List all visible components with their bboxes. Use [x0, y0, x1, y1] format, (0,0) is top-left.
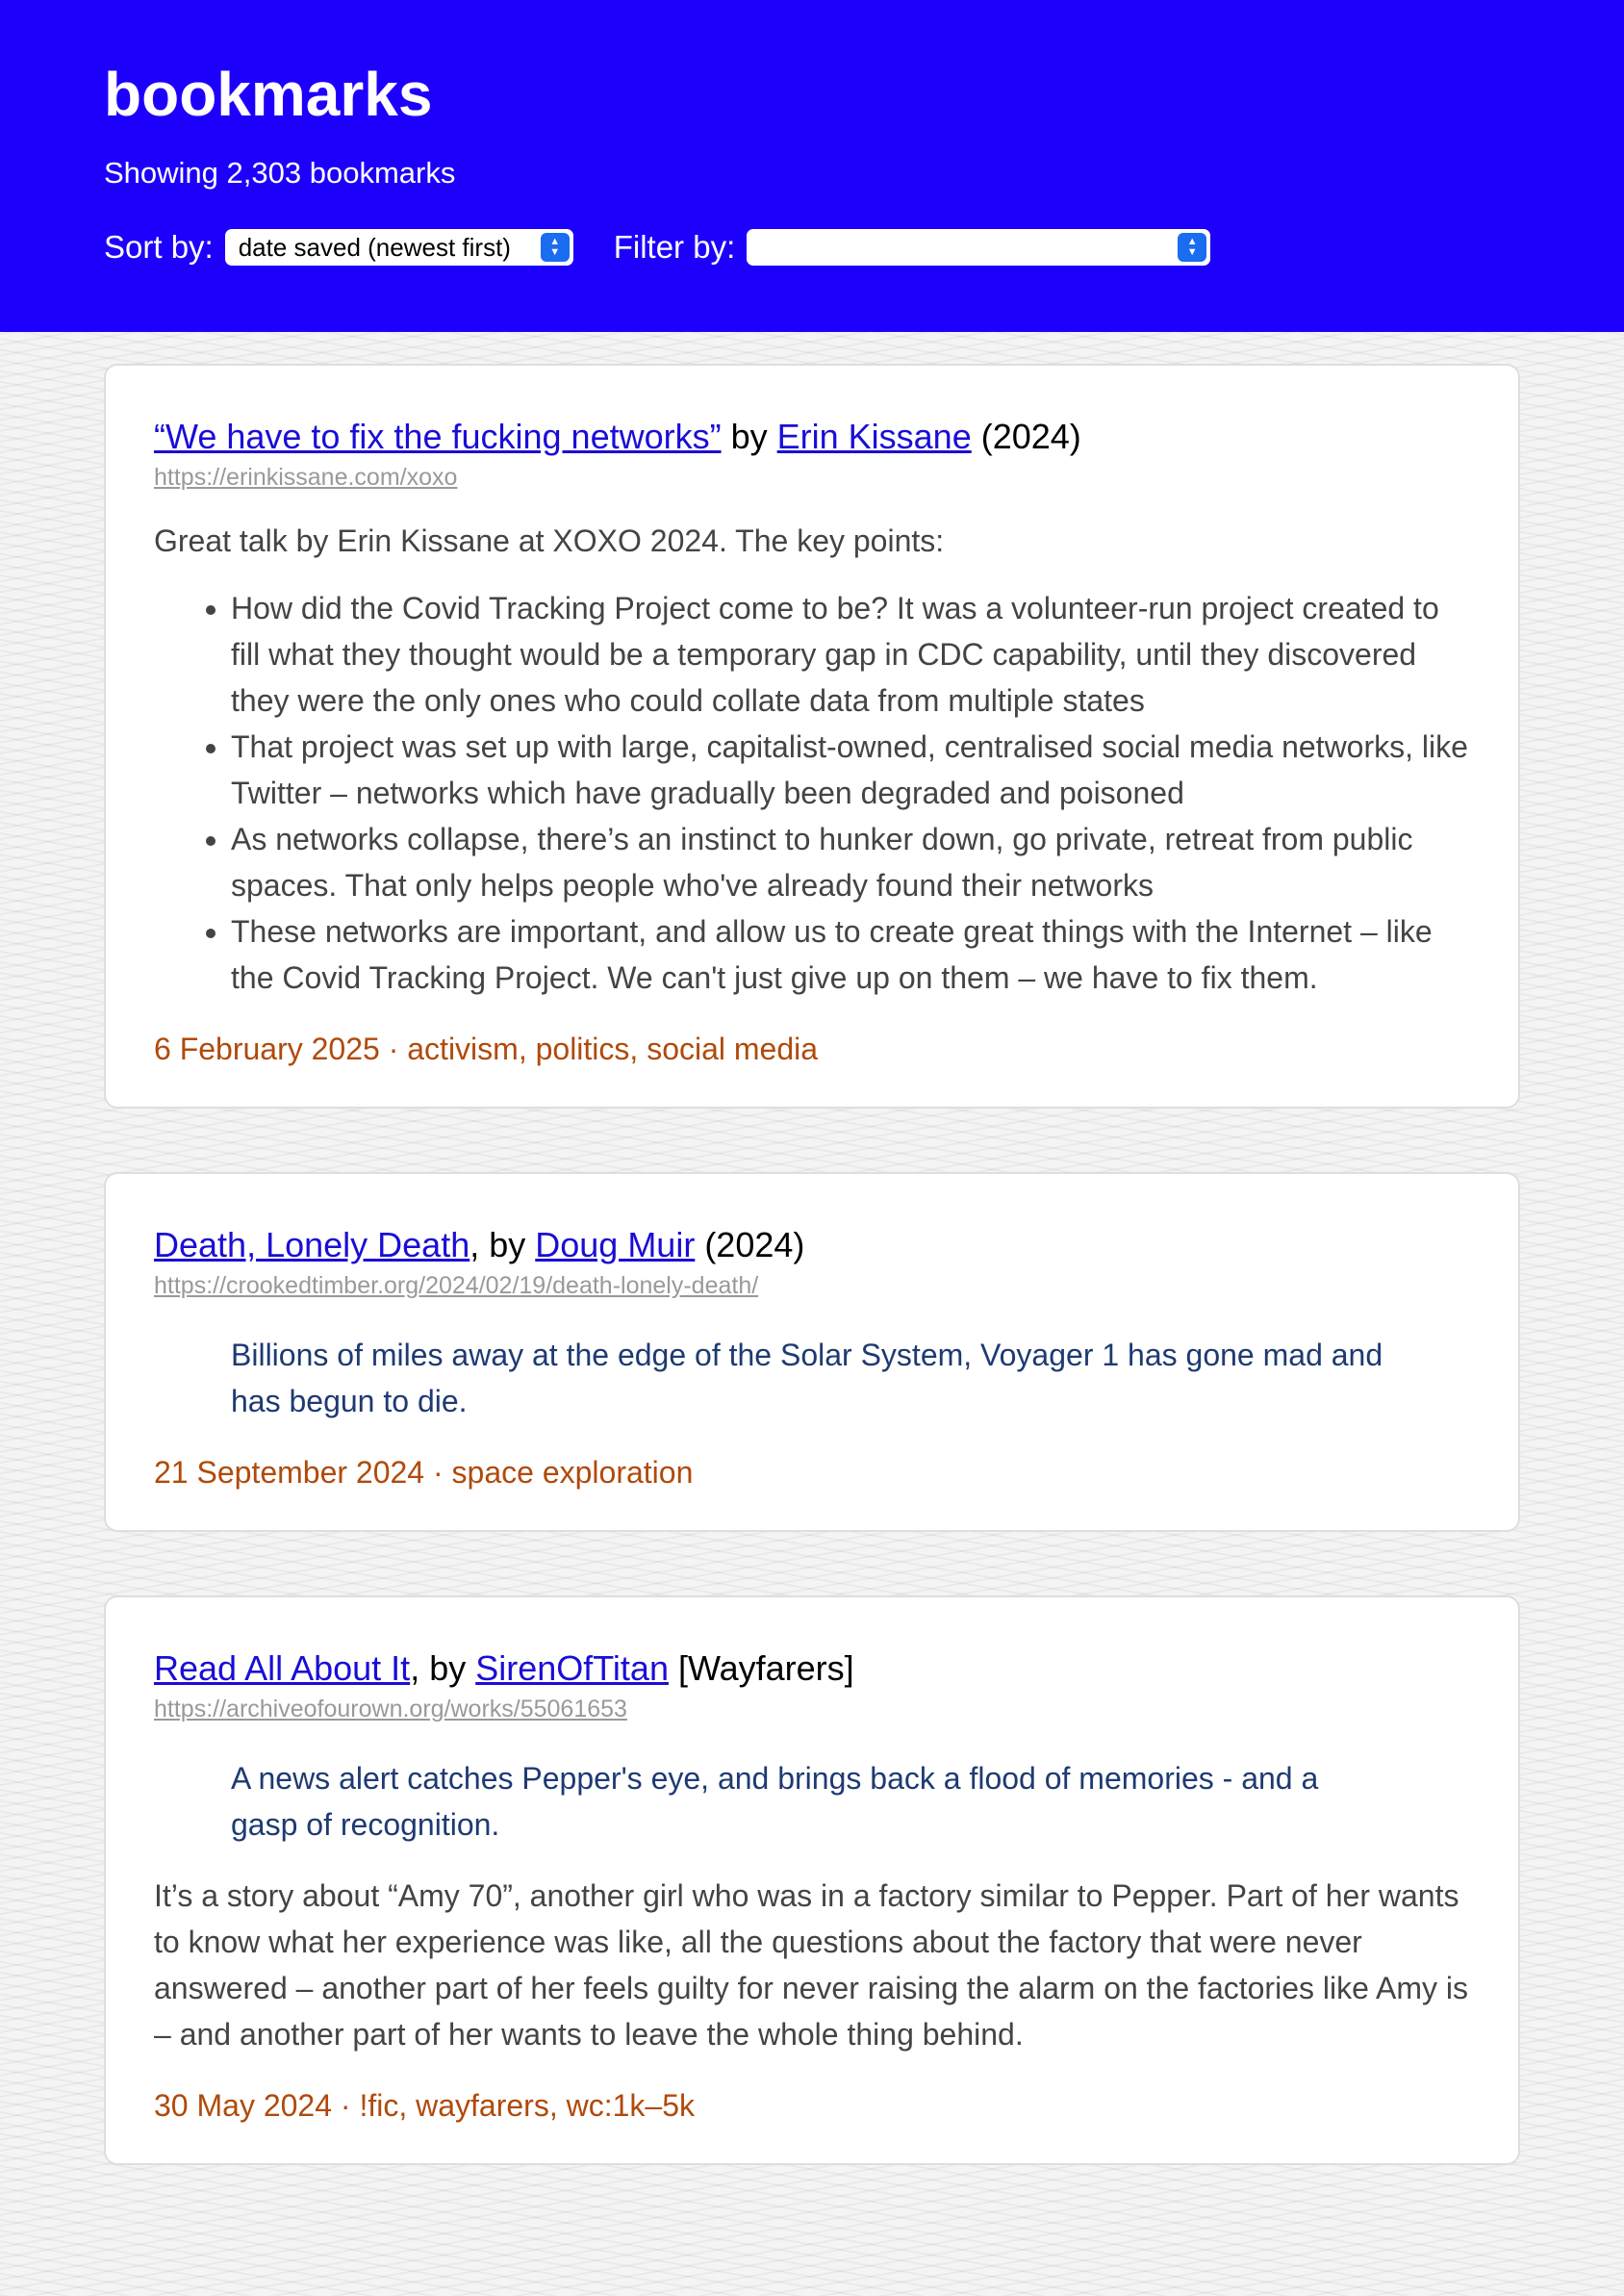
bookmark-title-link[interactable]: “We have to fix the fucking networks”: [154, 417, 722, 456]
sort-label: Sort by:: [104, 229, 214, 265]
page-title: bookmarks: [104, 60, 433, 129]
filter-label: Filter by:: [613, 229, 736, 265]
bookmark-quote: A news alert catches Pepper's eye, and b…: [231, 1761, 1319, 1842]
bookmark-title-line: Read All About It, by SirenOfTitan [Wayf…: [154, 1647, 1470, 1690]
author-link[interactable]: Doug Muir: [535, 1225, 695, 1264]
bookmark-card: “We have to fix the fucking networks” by…: [104, 364, 1520, 1109]
byline-text: , by: [410, 1648, 476, 1688]
byline-text: , by: [469, 1225, 536, 1264]
bookmark-fandom: [Wayfarers]: [668, 1648, 854, 1688]
filter-select[interactable]: ▲ ▼: [747, 229, 1211, 266]
list-item: That project was set up with large, capi…: [231, 724, 1470, 816]
bookmark-meta: 30 May 2024 · !fic, wayfarers, wc:1k–5k: [154, 2088, 695, 2123]
bookmark-count: Showing 2,303 bookmarks: [104, 156, 456, 190]
key-points-list: How did the Covid Tracking Project come …: [154, 585, 1470, 1001]
select-arrows-icon: ▲ ▼: [540, 233, 570, 262]
byline-text: by: [721, 417, 777, 456]
bookmark-title-link[interactable]: Read All About It: [154, 1648, 410, 1688]
select-arrows-icon: ▲ ▼: [1178, 233, 1207, 262]
sort-select[interactable]: date saved (newest first) ▲ ▼: [224, 229, 573, 266]
author-link[interactable]: SirenOfTitan: [475, 1648, 669, 1688]
list-item: These networks are important, and allow …: [231, 908, 1470, 1001]
author-link[interactable]: Erin Kissane: [777, 417, 972, 456]
bookmark-card: Death, Lonely Death, by Doug Muir (2024)…: [104, 1172, 1520, 1532]
sort-select-value: date saved (newest first): [238, 232, 511, 262]
list-item: As networks collapse, there’s an instinc…: [231, 816, 1470, 908]
bookmark-title-link[interactable]: Death, Lonely Death: [154, 1225, 469, 1264]
bookmark-year: (2024): [695, 1225, 805, 1264]
bookmark-quote: Billions of miles away at the edge of th…: [231, 1338, 1383, 1418]
bookmark-url[interactable]: https://archiveofourown.org/works/550616…: [154, 1694, 1470, 1724]
bookmark-list: “We have to fix the fucking networks” by…: [0, 332, 1624, 2165]
bookmark-meta: 21 September 2024 · space exploration: [154, 1455, 694, 1490]
page-header: bookmarks Showing 2,303 bookmarks Sort b…: [0, 0, 1624, 332]
bookmark-card: Read All About It, by SirenOfTitan [Wayf…: [104, 1595, 1520, 2165]
bookmark-year: (2024): [971, 417, 1081, 456]
bookmark-url[interactable]: https://erinkissane.com/xoxo: [154, 462, 1470, 493]
list-item: How did the Covid Tracking Project come …: [231, 585, 1470, 724]
controls-bar: Sort by: date saved (newest first) ▲ ▼ Fi…: [104, 229, 1624, 266]
bookmark-title-line: “We have to fix the fucking networks” by…: [154, 416, 1470, 458]
bookmark-meta: 6 February 2025 · activism, politics, so…: [154, 1032, 819, 1066]
bookmark-title-line: Death, Lonely Death, by Doug Muir (2024): [154, 1224, 1470, 1266]
bookmark-description: Great talk by Erin Kissane at XOXO 2024.…: [154, 523, 945, 558]
bookmark-description: It’s a story about “Amy 70”, another gir…: [154, 1878, 1469, 2052]
bookmark-url[interactable]: https://crookedtimber.org/2024/02/19/dea…: [154, 1270, 1470, 1301]
